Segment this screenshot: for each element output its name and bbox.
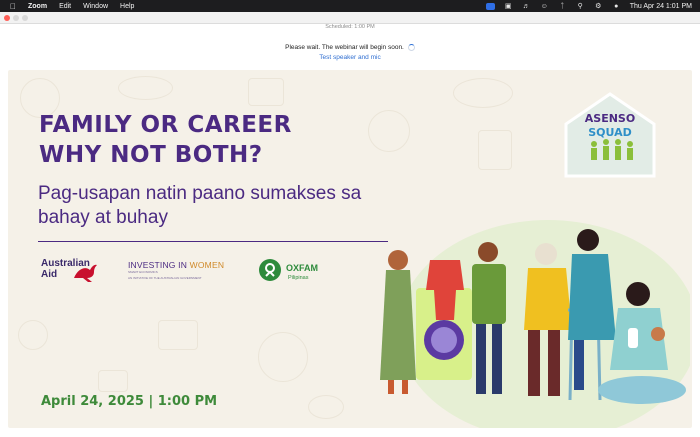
- minimize-window-button[interactable]: [13, 15, 19, 21]
- oxfam-subtitle: Pilipinas: [288, 275, 309, 281]
- doodle-icon: [158, 320, 198, 350]
- oxfam-name: OXFAM: [286, 263, 319, 273]
- headline-line-1: FAMILY OR CAREER: [39, 112, 292, 138]
- doodle-icon: [368, 110, 410, 152]
- doodle-icon: [118, 76, 173, 100]
- doodle-icon: [308, 395, 344, 419]
- asenso-squad-badge: ASENSO SQUAD: [564, 92, 656, 178]
- menu-clock[interactable]: Thu Apr 24 1:01 PM: [630, 3, 692, 10]
- menu-edit[interactable]: Edit: [59, 3, 71, 10]
- test-speaker-mic-link[interactable]: Test speaker and mic: [0, 54, 700, 61]
- doodle-icon: [248, 78, 284, 106]
- menu-app-name[interactable]: Zoom: [28, 3, 47, 10]
- scheduled-time: Scheduled: 1:00 PM: [325, 24, 375, 30]
- badge-line-2: SQUAD: [588, 126, 632, 139]
- iw-part-1: INVESTING IN: [128, 260, 190, 270]
- menu-help[interactable]: Help: [120, 3, 134, 10]
- search-icon[interactable]: ⚲: [576, 2, 585, 10]
- bluetooth-icon[interactable]: ᛏ: [558, 2, 567, 10]
- menu-window[interactable]: Window: [83, 3, 108, 10]
- menu-bar:  Zoom Edit Window Help ▣ ♬ ☺ ᛏ ⚲ ⚙ ● Th…: [0, 0, 700, 12]
- doodle-icon: [478, 130, 512, 170]
- iw-subtitle-2: AN INITIATIVE OF THE AUSTRALIAN GOVERNME…: [128, 276, 202, 280]
- webinar-banner: FAMILY OR CAREER WHY NOT BOTH? Pag-usapa…: [8, 70, 692, 428]
- camera-icon[interactable]: ▣: [504, 2, 513, 10]
- headline-line-2: WHY NOT BOTH?: [39, 142, 263, 168]
- investing-in-women-logo: INVESTING IN WOMEN: [128, 260, 224, 270]
- siri-icon[interactable]: ●: [612, 2, 621, 10]
- oxfam-icon: [259, 259, 281, 281]
- zoom-status-icon[interactable]: [485, 2, 495, 10]
- badge-line-1: ASENSO: [585, 112, 635, 125]
- doodle-icon: [258, 332, 308, 382]
- wait-text: Please wait. The webinar will begin soon…: [285, 44, 404, 52]
- volume-icon[interactable]: ♬: [522, 2, 531, 10]
- banner-subhead: Pag-usapan natin paano sumakses sa bahay…: [38, 183, 362, 228]
- window-titlebar: [0, 12, 700, 24]
- divider: [38, 241, 388, 242]
- doodle-icon: [453, 78, 513, 108]
- doodle-icon: [18, 320, 48, 350]
- close-window-button[interactable]: [4, 15, 10, 21]
- banner-headline: FAMILY OR CAREER WHY NOT BOTH?: [39, 110, 292, 170]
- loading-spinner-icon: [407, 44, 415, 51]
- kangaroo-icon: [74, 264, 97, 282]
- iw-subtitle: SMART ECONOMICS: [128, 270, 158, 274]
- apple-icon[interactable]: : [10, 2, 18, 11]
- wifi-icon[interactable]: ☺: [540, 2, 549, 10]
- family-illustration: [380, 220, 690, 428]
- iw-part-2: WOMEN: [189, 260, 225, 270]
- control-center-icon[interactable]: ⚙: [594, 2, 603, 10]
- wait-message: Please wait. The webinar will begin soon…: [0, 44, 700, 51]
- event-date-time: April 24, 2025 | 1:00 PM: [41, 394, 218, 409]
- doodle-icon: [98, 370, 128, 392]
- zoom-window-button[interactable]: [22, 15, 28, 21]
- status-area: ▣ ♬ ☺ ᛏ ⚲ ⚙ ● Thu Apr 24 1:01 PM: [485, 0, 692, 12]
